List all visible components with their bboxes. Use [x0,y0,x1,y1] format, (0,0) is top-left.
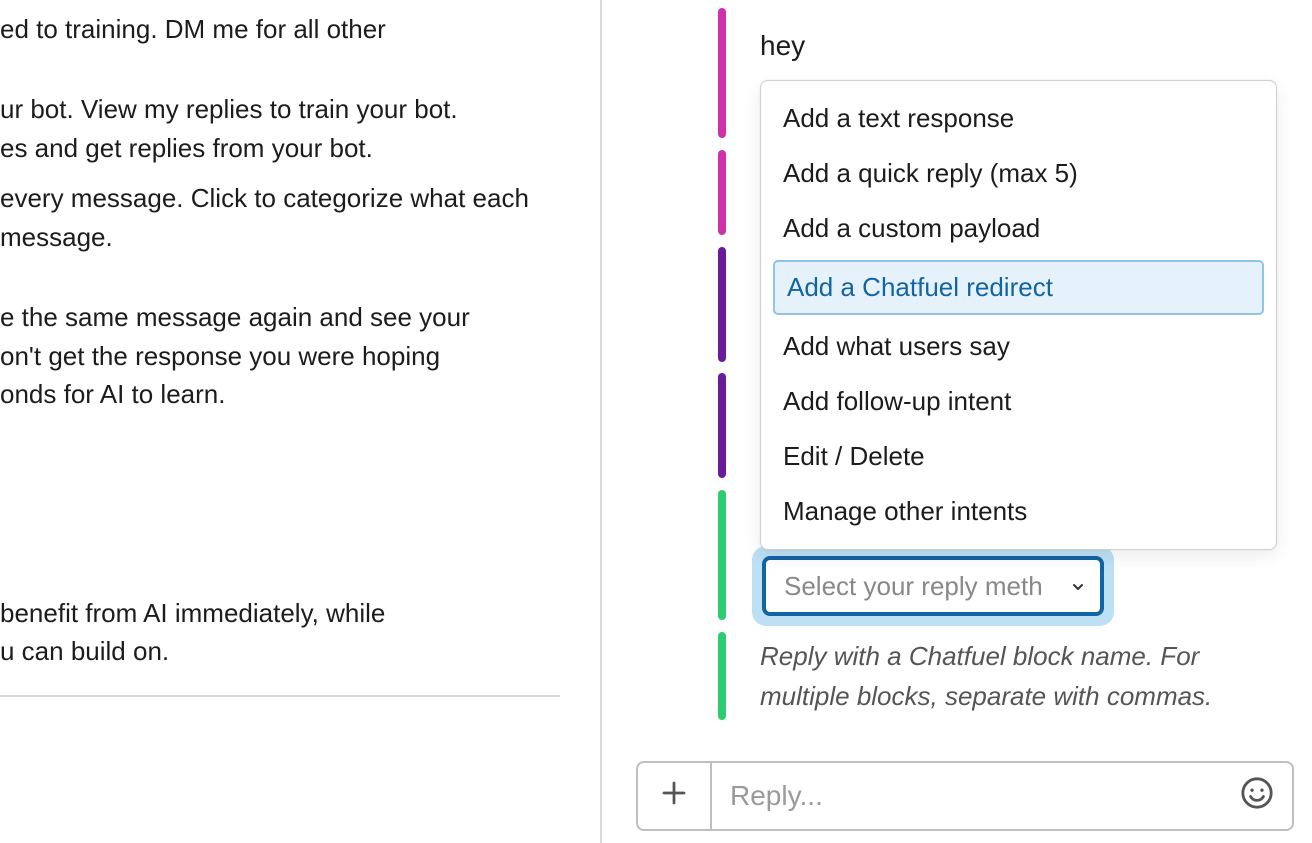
thread-bar [718,632,726,720]
article-line: u can build on. [0,632,560,670]
smiley-icon [1240,786,1274,816]
thread-pane: hey Add a text responseAdd a quick reply… [602,0,1312,843]
add-attachment-button[interactable] [636,761,710,831]
reply-input[interactable]: Reply... [710,761,1294,831]
article-line: es and get replies from your bot. [0,129,560,167]
user-message: hey [760,30,1292,62]
article-line: onds for AI to learn. [0,375,560,413]
menu-item[interactable]: Add a custom payload [761,201,1276,256]
article-line: e the same message again and see your [0,298,560,336]
thread-bar [718,247,726,362]
emoji-button[interactable] [1240,776,1274,817]
reply-placeholder: Reply... [730,780,823,812]
helper-text: Reply with a Chatfuel block name. For mu… [760,636,1276,717]
main-article-pane: ed to training. DM me for all other ur b… [0,0,602,843]
thread-bar [718,150,726,235]
thread-bar [718,8,726,138]
reply-method-select-wrap: Select your reply meth [752,546,1114,626]
chevron-down-icon [1070,571,1086,602]
thread-bar [718,373,726,478]
reply-options-menu: Add a text responseAdd a quick reply (ma… [760,80,1277,550]
select-placeholder: Select your reply meth [784,571,1043,602]
article-line: ed to training. DM me for all other [0,10,560,48]
plus-icon [659,778,689,815]
article-line: every message. Click to categorize what … [0,179,560,256]
thread-bar [718,490,726,620]
menu-item[interactable]: Add what users say [761,319,1276,374]
article-line: ur bot. View my replies to train your bo… [0,90,560,128]
article-line: on't get the response you were hoping [0,337,560,375]
article-line: benefit from AI immediately, while [0,594,560,632]
menu-item[interactable]: Edit / Delete [761,429,1276,484]
menu-item[interactable]: Add a Chatfuel redirect [773,260,1264,315]
menu-item[interactable]: Add a text response [761,91,1276,146]
menu-item[interactable]: Manage other intents [761,484,1276,539]
menu-item[interactable]: Add follow-up intent [761,374,1276,429]
menu-item[interactable]: Add a quick reply (max 5) [761,146,1276,201]
reply-composer: Reply... [636,761,1294,831]
reply-method-select[interactable]: Select your reply meth [762,556,1104,616]
